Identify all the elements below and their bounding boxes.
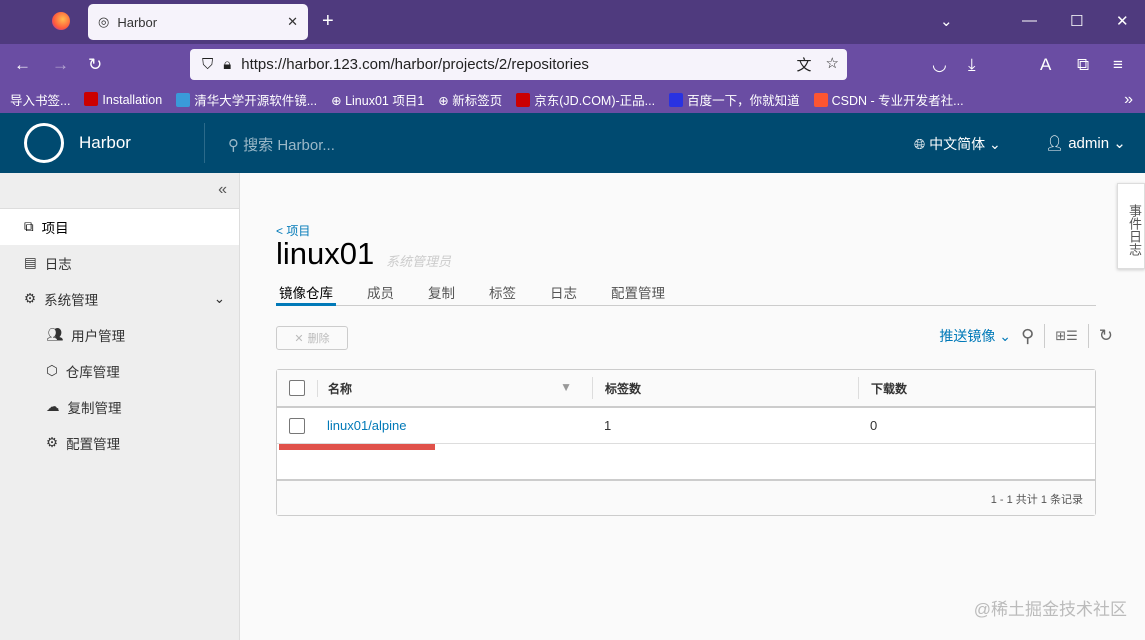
globe-icon: 🌐︎: [914, 136, 926, 152]
delete-button[interactable]: ✕ 删除: [276, 326, 348, 350]
sidebar-item-logs[interactable]: ▤ 日志: [0, 245, 239, 281]
bookmark[interactable]: Installation: [84, 92, 162, 107]
user-icon: 👤︎: [1045, 135, 1065, 152]
divider: [1087, 324, 1089, 348]
chevron-down-icon: ⌄: [213, 291, 225, 306]
user-menu[interactable]: 👤︎ admin ⌄: [1045, 134, 1126, 152]
projects-icon: ⧉: [24, 219, 34, 234]
harbor-favicon-icon: ◎: [98, 14, 110, 29]
star-icon[interactable]: ☆: [826, 54, 839, 75]
sidebar-item-replication[interactable]: ☁ 复制管理: [0, 389, 239, 425]
tab-list-icon[interactable]: ⌄: [940, 12, 953, 30]
admin-icon: ⚙: [24, 291, 37, 306]
forward-icon[interactable]: →: [52, 55, 69, 75]
table-row: linux01/alpine 1 0: [277, 408, 1095, 444]
back-icon[interactable]: ←: [14, 55, 31, 75]
close-tab-icon[interactable]: ✕: [287, 14, 298, 30]
global-search[interactable]: ⚲ 搜索 Harbor...: [228, 134, 335, 155]
download-count: 0: [870, 418, 878, 433]
column-name[interactable]: 名称 ▼: [317, 379, 592, 397]
pocket-icon[interactable]: ◡: [932, 55, 947, 75]
browser-tabbar: ◎ Harbor ✕ + ⌄ — ☐ ✕: [0, 0, 1145, 44]
harbor-logo[interactable]: [24, 123, 64, 163]
language-selector[interactable]: 🌐︎ 中文简体 ⌄: [914, 134, 1001, 154]
tab-labels[interactable]: 标签: [486, 280, 519, 306]
filter-icon[interactable]: ▼: [560, 380, 572, 394]
close-window-icon[interactable]: ✕: [1116, 12, 1129, 30]
bookmark[interactable]: CSDN - 专业开发者社...: [813, 90, 964, 109]
tab-members[interactable]: 成员: [364, 280, 397, 306]
main-content: < 项目 linux01 系统管理员 镜像仓库 成员 复制 标签 日志 配置管理…: [240, 173, 1145, 640]
browser-tab[interactable]: ◎ Harbor ✕: [88, 4, 308, 40]
repositories-table: 名称 ▼ 标签数 下载数 linux01/alpine 1 0 1 - 1 共计 …: [276, 369, 1096, 516]
log-icon: ▤: [24, 255, 37, 270]
push-image-button[interactable]: 推送镜像 ⌄: [939, 326, 1011, 346]
tab-config[interactable]: 配置管理: [608, 280, 668, 306]
browser-navbar: ← → ↻ ⛉ 🔒︎ https://harbor.123.com/harbor/p…: [0, 44, 1145, 86]
translate-icon[interactable]: 文: [797, 54, 812, 75]
menu-icon[interactable]: ≡: [1113, 55, 1123, 75]
url-text: https://harbor.123.com/harbor/projects/2…: [241, 56, 589, 73]
pagination-info: 1 - 1 共计 1 条记录: [277, 479, 1095, 515]
watermark: @稀土掘金技术社区: [973, 600, 1127, 619]
tab-logs[interactable]: 日志: [547, 280, 580, 306]
gear-icon: ⚙: [46, 435, 59, 450]
project-tabs: 镜像仓库 成员 复制 标签 日志 配置管理: [276, 280, 1096, 306]
sidebar-item-projects[interactable]: ⧉ 项目: [0, 209, 239, 245]
users-icon: 👥︎: [46, 327, 64, 342]
cloud-icon: ☁: [46, 399, 60, 414]
toolbar: 推送镜像 ⌄ ⚲ ⊞☰ ↻: [939, 324, 1113, 348]
sidebar-item-registries[interactable]: ⬡ 仓库管理: [0, 353, 239, 389]
brand-name[interactable]: Harbor: [79, 133, 131, 153]
divider: [1044, 324, 1046, 348]
bookmark[interactable]: 导入书签...: [10, 90, 70, 109]
role-label: 系统管理员: [386, 254, 452, 269]
repository-link[interactable]: linux01/alpine: [317, 418, 592, 433]
refresh-icon[interactable]: ↻: [1099, 326, 1113, 346]
tab-title: Harbor: [117, 14, 158, 30]
table-header: 名称 ▼ 标签数 下载数: [277, 370, 1095, 408]
download-icon[interactable]: ⤓: [968, 55, 976, 75]
row-checkbox[interactable]: [289, 417, 305, 434]
translate-ext-icon[interactable]: A: [1040, 55, 1051, 75]
divider: [204, 123, 205, 163]
bookmark[interactable]: ⊕ 新标签页: [438, 90, 502, 109]
bookmarks-bar: 导入书签... Installation 清华大学开源软件镜... ⊕ Linu…: [0, 86, 1145, 113]
tab-replication[interactable]: 复制: [425, 280, 458, 306]
bookmark[interactable]: 京东(JD.COM)-正品...: [516, 90, 655, 109]
new-tab-icon[interactable]: +: [322, 10, 334, 33]
select-all-checkbox[interactable]: [289, 380, 305, 396]
firefox-icon: [52, 12, 70, 30]
page-title: linux01: [276, 236, 375, 271]
lock-icon: 🔒︎: [223, 56, 232, 73]
url-bar[interactable]: ⛉ 🔒︎ https://harbor.123.com/harbor/project…: [190, 49, 847, 80]
app-header: Harbor ⚲ 搜索 Harbor... 🌐︎ 中文简体 ⌄ 👤︎ admin…: [0, 113, 1145, 173]
bookmark[interactable]: 清华大学开源软件镜...: [176, 90, 317, 109]
sidebar-item-admin[interactable]: ⚙ 系统管理 ⌄: [0, 281, 239, 317]
column-downloads[interactable]: 下载数: [858, 377, 907, 399]
search-icon[interactable]: ⚲: [1021, 326, 1034, 347]
sidebar-item-users[interactable]: 👥︎ 用户管理: [0, 317, 239, 353]
reload-icon[interactable]: ↻: [88, 55, 102, 75]
minimize-icon[interactable]: —: [1022, 12, 1037, 29]
view-toggle-icon[interactable]: ⊞☰: [1055, 328, 1078, 344]
sidebar: « ⧉ 项目 ▤ 日志 ⚙ 系统管理 ⌄ 👥︎ 用户管理 ⬡ 仓库管理 ☁ 复制管理 ⚙ 配置管…: [0, 173, 240, 640]
bookmark[interactable]: ⊕ Linux01 项目1: [331, 90, 424, 109]
collapse-sidebar-icon[interactable]: «: [0, 173, 239, 209]
more-bookmarks-icon[interactable]: »: [1124, 91, 1133, 109]
cube-icon: ⬡: [46, 363, 58, 378]
highlight-underline: [279, 444, 435, 450]
sidebar-item-config[interactable]: ⚙ 配置管理: [0, 425, 239, 461]
column-tags[interactable]: 标签数: [592, 377, 858, 399]
shield-icon: ⛉: [202, 56, 214, 73]
event-log-tab[interactable]: 事件日志: [1117, 183, 1145, 269]
bookmark[interactable]: 百度一下，你就知道: [669, 90, 800, 109]
search-icon: ⚲: [228, 137, 239, 154]
extensions-icon[interactable]: ⧉: [1077, 55, 1089, 75]
maximize-icon[interactable]: ☐: [1070, 12, 1083, 30]
tab-repositories[interactable]: 镜像仓库: [276, 280, 336, 306]
tag-count: 1: [604, 418, 612, 433]
close-icon: ✕: [294, 332, 304, 345]
